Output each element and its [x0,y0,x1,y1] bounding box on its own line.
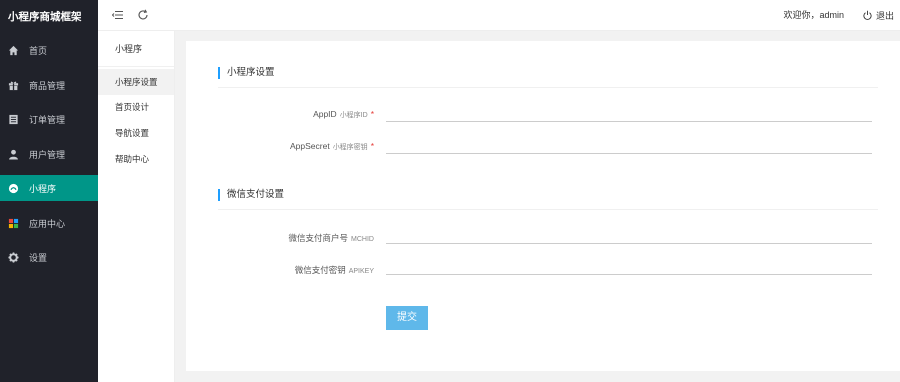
appid-label-text: AppID [313,109,337,119]
appid-input[interactable] [386,106,872,122]
mchid-hint: MCHID [351,236,374,243]
section-title-miniprogram: 小程序设置 [218,67,275,79]
apikey-input[interactable] [386,259,872,275]
appsecret-label: AppSecret 小程序密钥 * [186,141,374,152]
top-header: 欢迎你，admin 退出 [98,0,900,31]
miniprogram-icon [8,183,19,194]
logout-button[interactable]: 退出 [862,0,894,31]
sub-navigation: 小程序 小程序设置 首页设计 导航设置 帮助中心 [98,31,175,382]
gear-icon [8,251,19,263]
sidebar-item-settings[interactable]: 设置 [0,244,98,270]
sidebar-item-home[interactable]: 首页 [0,37,98,63]
sidebar-item-label: 商品管理 [29,80,66,91]
required-mark: * [370,109,374,119]
sidebar-item-label: 应用中心 [29,218,66,229]
user-icon [8,149,19,160]
settings-card: 小程序设置 AppID 小程序ID * AppSecret 小程序密钥 * 微信支付设置… [186,41,900,371]
gift-icon [8,80,19,91]
apikey-hint: APIKEY [348,268,374,275]
main-sidebar: 小程序商城框架 首页 商品管理 订单管理 用户管理 小程序 应用中心 设置 [0,0,98,382]
sidebar-item-label: 首页 [29,45,48,56]
menu-collapse-icon[interactable] [112,9,124,21]
required-mark: * [370,141,374,151]
sidebar-item-miniprogram[interactable]: 小程序 [0,175,98,201]
appsecret-input[interactable] [386,138,872,154]
logout-label: 退出 [875,11,894,21]
mchid-label: 微信支付商户号 MCHID [186,232,374,244]
sidebar-item-app-center[interactable]: 应用中心 [0,210,98,236]
appsecret-hint: 小程序密钥 [332,144,368,151]
section-divider [218,87,878,88]
sidebar-item-users[interactable]: 用户管理 [0,141,98,167]
appsecret-label-text: AppSecret [289,141,330,151]
appid-label: AppID 小程序ID * [186,109,374,120]
apps-icon [8,218,19,229]
subnav-item-nav-settings[interactable]: 导航设置 [98,120,174,146]
sidebar-item-label: 小程序 [29,183,57,194]
mchid-label-text: 微信支付商户号 [288,233,349,243]
power-icon [863,10,872,20]
refresh-icon[interactable] [137,9,149,21]
sidebar-item-label: 用户管理 [29,149,66,160]
app-brand: 小程序商城框架 [8,11,82,23]
sidebar-item-label: 订单管理 [29,114,66,125]
sidebar-item-orders[interactable]: 订单管理 [0,106,98,132]
apikey-label-text: 微信支付密钥 [294,265,346,275]
subnav-item-home-design[interactable]: 首页设计 [98,94,174,120]
subnav-item-miniprogram-settings[interactable]: 小程序设置 [98,69,174,95]
section-divider [218,209,878,210]
sidebar-item-products[interactable]: 商品管理 [0,72,98,98]
section-title-wechat-pay: 微信支付设置 [218,189,284,201]
sidebar-item-label: 设置 [29,252,48,263]
apikey-label: 微信支付密钥 APIKEY [186,264,374,276]
subnav-title: 小程序 [98,31,174,67]
home-icon [8,45,19,56]
order-list-icon [8,114,19,125]
submit-button[interactable]: 提交 [386,306,428,330]
subnav-item-help-center[interactable]: 帮助中心 [98,146,174,172]
welcome-text: 欢迎你，admin [783,10,844,20]
mchid-input[interactable] [386,228,872,244]
appid-hint: 小程序ID [339,112,368,119]
